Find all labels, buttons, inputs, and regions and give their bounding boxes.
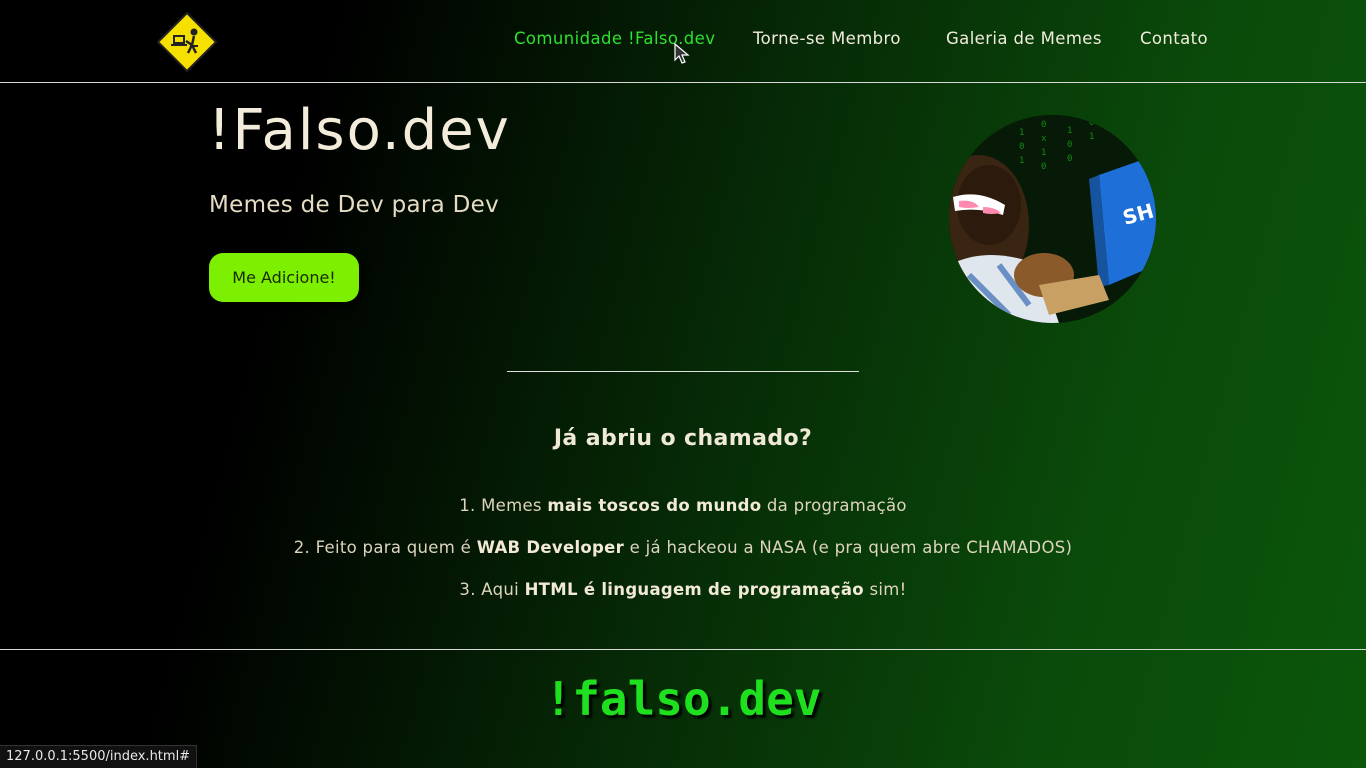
browser-status-url: 127.0.0.1:5500/index.html# xyxy=(0,745,198,768)
features-list: 1. Memes mais toscos do mundo da program… xyxy=(0,495,1366,621)
svg-text:1: 1 xyxy=(1019,128,1024,138)
nav-link-contato[interactable]: Contato xyxy=(1140,29,1208,48)
feature-text: sim! xyxy=(863,580,907,599)
list-item: 2. Feito para quem é WAB Developer e já … xyxy=(0,537,1366,579)
list-item: 1. Memes mais toscos do mundo da program… xyxy=(0,495,1366,537)
section-title: Já abriu o chamado? xyxy=(553,426,813,451)
nav-link-torne-se-membro[interactable]: Torne-se Membro xyxy=(753,29,901,48)
section-divider xyxy=(507,371,859,372)
svg-text:0: 0 xyxy=(1067,140,1072,150)
svg-text:0: 0 xyxy=(1019,142,1024,152)
svg-text:0: 0 xyxy=(1067,154,1072,164)
site-logo-icon[interactable] xyxy=(156,11,218,73)
hero-title: !Falso.dev xyxy=(208,98,511,163)
feature-text: 1. Memes xyxy=(459,496,548,515)
feature-text: da programação xyxy=(761,496,907,515)
top-navbar: Comunidade !Falso.dev Torne-se Membro Ga… xyxy=(0,0,1366,83)
nav-link-galeria-de-memes[interactable]: Galeria de Memes xyxy=(946,29,1102,48)
list-item: 3. Aqui HTML é linguagem de programação … xyxy=(0,579,1366,621)
svg-text:0: 0 xyxy=(1041,162,1046,172)
footer-divider xyxy=(0,649,1366,650)
footer-logo: !falso.dev xyxy=(544,672,822,726)
svg-text:1: 1 xyxy=(1019,156,1024,166)
svg-text:0: 0 xyxy=(1041,120,1046,130)
feature-text: 3. Aqui xyxy=(459,580,525,599)
svg-text:0: 0 xyxy=(1089,118,1094,128)
feature-text: e já hackeou a NASA (e pra quem abre CHA… xyxy=(624,538,1073,557)
hacker-typing-meme-icon: 101 0x10 100 01 01x SH xyxy=(949,115,1156,323)
svg-text:1: 1 xyxy=(1067,126,1072,136)
hero-subtitle: Memes de Dev para Dev xyxy=(209,192,500,218)
add-me-button[interactable]: Me Adicione! xyxy=(209,253,359,302)
feature-highlight: WAB Developer xyxy=(476,538,625,557)
feature-text: 2. Feito para quem é xyxy=(293,538,477,557)
svg-text:1: 1 xyxy=(1041,148,1046,158)
feature-highlight: HTML é linguagem de programação xyxy=(524,580,864,599)
svg-text:1: 1 xyxy=(1089,132,1094,142)
mouse-cursor-icon xyxy=(674,43,690,64)
feature-highlight: mais toscos do mundo xyxy=(547,496,762,515)
svg-text:x: x xyxy=(1041,134,1047,144)
